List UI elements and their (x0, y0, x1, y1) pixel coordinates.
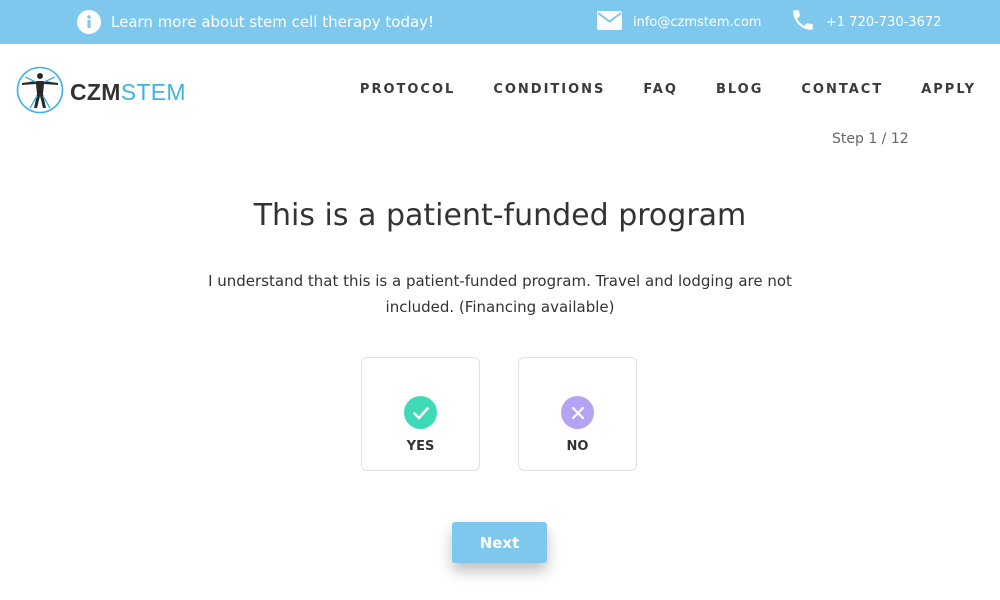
nav-item-conditions[interactable]: CONDITIONS (493, 82, 605, 97)
phone-link[interactable]: +1 720-730-3672 (790, 8, 941, 36)
nav-item-apply[interactable]: APPLY (921, 82, 976, 97)
logo[interactable]: CZMSTEM (16, 66, 186, 118)
site-header: CZMSTEM PROTOCOL CONDITIONS FAQ BLOG CON… (0, 44, 1000, 139)
step-indicator: Step 1 / 12 (832, 131, 909, 147)
logo-text-stem: STEM (120, 78, 186, 105)
option-yes[interactable]: YES (361, 357, 480, 471)
option-no-label: NO (566, 439, 589, 454)
logo-text: CZMSTEM (70, 79, 186, 106)
nav-item-protocol[interactable]: PROTOCOL (360, 82, 455, 97)
top-info-bar: Learn more about stem cell therapy today… (0, 0, 1000, 44)
nav-item-contact[interactable]: CONTACT (801, 82, 883, 97)
check-icon (404, 396, 437, 429)
email-text: info@czmstem.com (633, 14, 762, 30)
phone-icon (790, 7, 816, 37)
nav-item-blog[interactable]: BLOG (716, 82, 763, 97)
email-link[interactable]: info@czmstem.com (597, 10, 761, 34)
nav-item-faq[interactable]: FAQ (643, 82, 678, 97)
option-yes-label: YES (406, 439, 435, 454)
question-description: I understand that this is a patient-fund… (208, 272, 792, 316)
x-icon (561, 396, 594, 429)
answer-options: YES NO (361, 357, 637, 471)
vitruvian-man-icon (16, 66, 64, 118)
main-nav: PROTOCOL CONDITIONS FAQ BLOG CONTACT APP… (360, 82, 976, 97)
next-button[interactable]: Next (452, 522, 547, 563)
info-text: Learn more about stem cell therapy today… (111, 13, 435, 31)
logo-text-czm: CZM (70, 78, 121, 105)
info-circle-icon (77, 10, 101, 34)
phone-text: +1 720-730-3672 (826, 14, 942, 30)
option-no[interactable]: NO (518, 357, 637, 471)
envelope-icon (597, 10, 622, 34)
info-link[interactable]: Learn more about stem cell therapy today… (77, 9, 434, 35)
question-title: This is a patient-funded program (253, 198, 747, 233)
